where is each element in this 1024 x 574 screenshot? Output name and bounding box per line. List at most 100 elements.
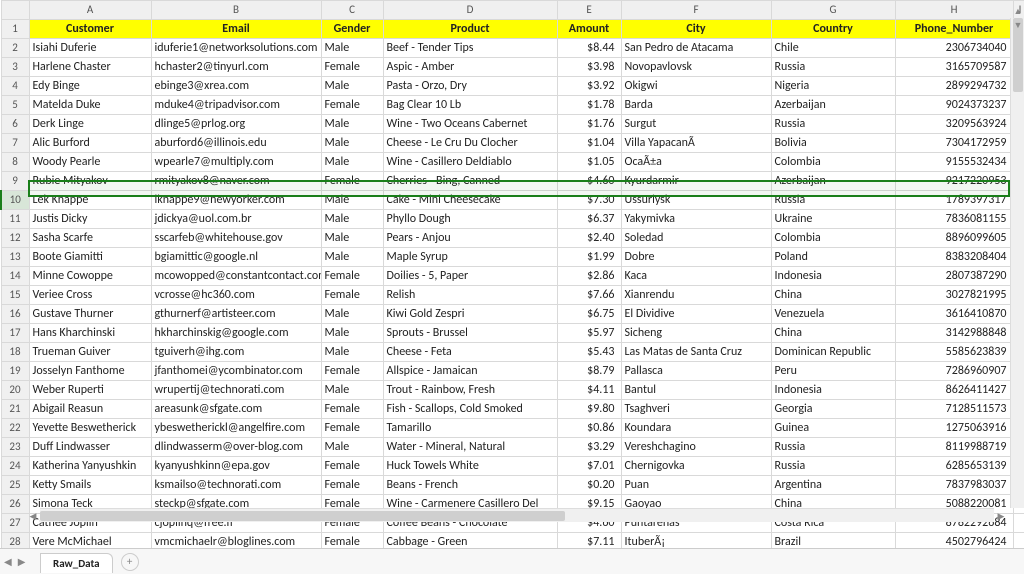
table-cell[interactable]: Peru: [771, 362, 895, 381]
table-cell[interactable]: 9217220953: [895, 172, 1013, 191]
row-header-23[interactable]: 23: [1, 438, 29, 457]
table-cell[interactable]: Male: [321, 39, 383, 58]
table-cell[interactable]: $1.78: [557, 96, 621, 115]
table-cell[interactable]: Villa YapacanÃ­: [621, 134, 771, 153]
table-cell[interactable]: Trout - Rainbow, Fresh: [383, 381, 557, 400]
table-cell[interactable]: Josselyn Fanthome: [29, 362, 151, 381]
table-cell[interactable]: ItuberÃ¡: [621, 533, 771, 549]
table-cell[interactable]: Wine - Casillero Deldiablo: [383, 153, 557, 172]
row-header-28[interactable]: 28: [1, 533, 29, 549]
row-header-26[interactable]: 26: [1, 495, 29, 514]
table-cell[interactable]: 2807387290: [895, 267, 1013, 286]
table-cell[interactable]: Male: [321, 343, 383, 362]
table-cell[interactable]: Pears - Anjou: [383, 229, 557, 248]
table-cell[interactable]: $3.98: [557, 58, 621, 77]
table-cell[interactable]: Male: [321, 153, 383, 172]
table-cell[interactable]: Russia: [771, 457, 895, 476]
table-cell[interactable]: Beans - French: [383, 476, 557, 495]
table-cell[interactable]: Novopavlovsk: [621, 58, 771, 77]
row-header-19[interactable]: 19: [1, 362, 29, 381]
table-cell[interactable]: Female: [321, 267, 383, 286]
table-cell[interactable]: 1275063916: [895, 419, 1013, 438]
table-cell[interactable]: $7.66: [557, 286, 621, 305]
table-cell[interactable]: Brazil: [771, 533, 895, 549]
table-cell[interactable]: Chile: [771, 39, 895, 58]
table-cell[interactable]: Azerbaijan: [771, 172, 895, 191]
table-cell[interactable]: Venezuela: [771, 305, 895, 324]
table-cell[interactable]: 8119988719: [895, 438, 1013, 457]
table-cell[interactable]: Cabbage - Green: [383, 533, 557, 549]
table-cell[interactable]: $1.99: [557, 248, 621, 267]
row-header-15[interactable]: 15: [1, 286, 29, 305]
row-header-3[interactable]: 3: [1, 58, 29, 77]
table-cell[interactable]: 8626411427: [895, 381, 1013, 400]
field-header[interactable]: Email: [151, 20, 321, 39]
table-cell[interactable]: Nigeria: [771, 77, 895, 96]
table-cell[interactable]: Male: [321, 324, 383, 343]
table-cell[interactable]: Hans Kharchinski: [29, 324, 151, 343]
table-cell[interactable]: Koundara: [621, 419, 771, 438]
column-header-D[interactable]: D: [383, 1, 557, 20]
table-cell[interactable]: $7.01: [557, 457, 621, 476]
row-header-1[interactable]: 1: [1, 20, 29, 39]
table-cell[interactable]: Female: [321, 400, 383, 419]
table-cell[interactable]: areasunk@sfgate.com: [151, 400, 321, 419]
field-header[interactable]: Customer: [29, 20, 151, 39]
table-cell[interactable]: Aspic - Amber: [383, 58, 557, 77]
table-cell[interactable]: $7.30: [557, 191, 621, 210]
horizontal-scroll-thumb[interactable]: [40, 511, 565, 521]
table-cell[interactable]: Minne Cowoppe: [29, 267, 151, 286]
table-cell[interactable]: $1.76: [557, 115, 621, 134]
tab-prev-icon[interactable]: ◀: [4, 555, 12, 568]
table-cell[interactable]: Bag Clear 10 Lb: [383, 96, 557, 115]
table-cell[interactable]: 2306734040: [895, 39, 1013, 58]
table-cell[interactable]: Dobre: [621, 248, 771, 267]
table-cell[interactable]: dlinge5@prlog.org: [151, 115, 321, 134]
row-header-21[interactable]: 21: [1, 400, 29, 419]
table-cell[interactable]: Pasta - Orzo, Dry: [383, 77, 557, 96]
table-cell[interactable]: Soledad: [621, 229, 771, 248]
table-cell[interactable]: Russia: [771, 438, 895, 457]
table-cell[interactable]: 9155532434: [895, 153, 1013, 172]
table-cell[interactable]: Alic Burford: [29, 134, 151, 153]
table-cell[interactable]: Colombia: [771, 229, 895, 248]
table-cell[interactable]: ybeswetherickl@angelfire.com: [151, 419, 321, 438]
table-cell[interactable]: Female: [321, 476, 383, 495]
cell[interactable]: [1013, 514, 1024, 533]
table-cell[interactable]: Sprouts - Brussel: [383, 324, 557, 343]
table-cell[interactable]: 7128511573: [895, 400, 1013, 419]
table-cell[interactable]: $8.79: [557, 362, 621, 381]
table-cell[interactable]: China: [771, 286, 895, 305]
table-cell[interactable]: Female: [321, 286, 383, 305]
table-cell[interactable]: Gustave Thurner: [29, 305, 151, 324]
table-cell[interactable]: Kiwi Gold Zespri: [383, 305, 557, 324]
column-header-B[interactable]: B: [151, 1, 321, 20]
table-cell[interactable]: Kyurdarmir: [621, 172, 771, 191]
table-cell[interactable]: Russia: [771, 115, 895, 134]
table-cell[interactable]: dlindwasserm@over-blog.com: [151, 438, 321, 457]
table-cell[interactable]: Water - Mineral, Natural: [383, 438, 557, 457]
column-header-G[interactable]: G: [771, 1, 895, 20]
table-cell[interactable]: Male: [321, 305, 383, 324]
tab-nav-arrows[interactable]: ◀ ▶: [4, 548, 25, 574]
table-cell[interactable]: hkharchinskig@google.com: [151, 324, 321, 343]
table-cell[interactable]: Xianrendu: [621, 286, 771, 305]
table-cell[interactable]: lknappe9@newyorker.com: [151, 191, 321, 210]
table-cell[interactable]: iduferie1@networksolutions.com: [151, 39, 321, 58]
table-cell[interactable]: Male: [321, 191, 383, 210]
table-cell[interactable]: Tamarillo: [383, 419, 557, 438]
table-cell[interactable]: $3.92: [557, 77, 621, 96]
table-cell[interactable]: Wine - Two Oceans Cabernet: [383, 115, 557, 134]
table-cell[interactable]: wpearle7@multiply.com: [151, 153, 321, 172]
column-header-E[interactable]: E: [557, 1, 621, 20]
table-cell[interactable]: Beef - Tender Tips: [383, 39, 557, 58]
table-cell[interactable]: rmityakov8@naver.com: [151, 172, 321, 191]
table-cell[interactable]: Male: [321, 381, 383, 400]
table-cell[interactable]: $0.20: [557, 476, 621, 495]
table-cell[interactable]: Argentina: [771, 476, 895, 495]
table-cell[interactable]: Indonesia: [771, 267, 895, 286]
table-cell[interactable]: $1.05: [557, 153, 621, 172]
table-cell[interactable]: Female: [321, 362, 383, 381]
table-cell[interactable]: Woody Pearle: [29, 153, 151, 172]
table-cell[interactable]: Dominican Republic: [771, 343, 895, 362]
